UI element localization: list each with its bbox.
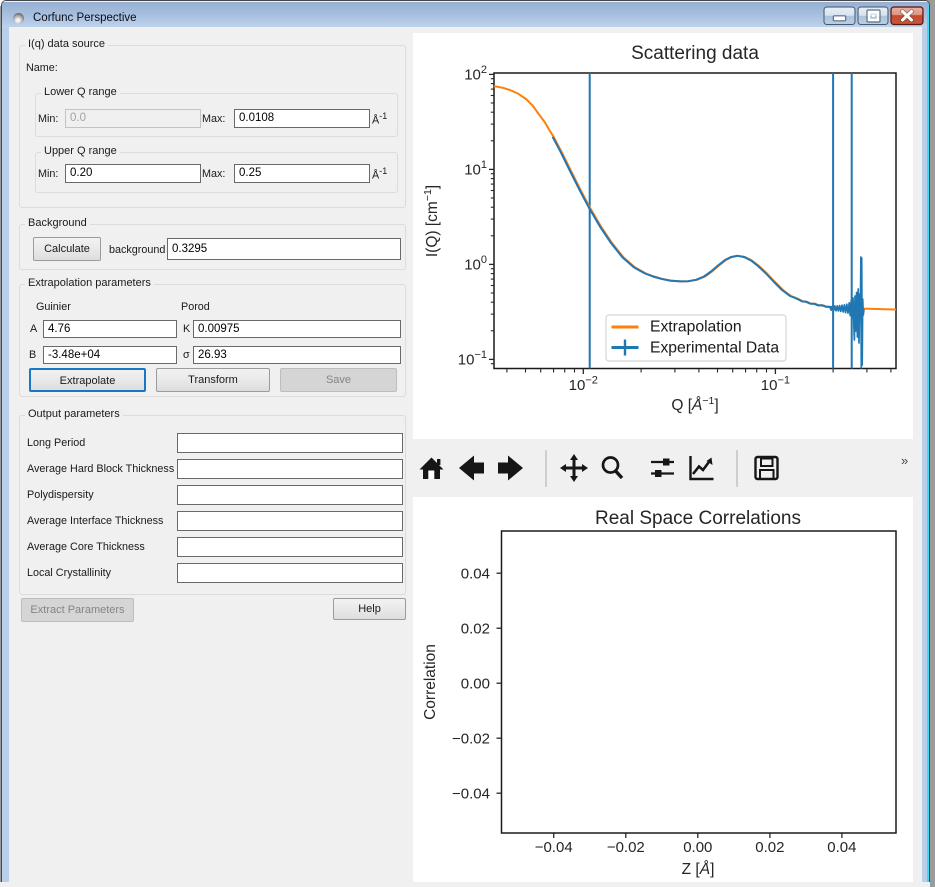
svg-text:Experimental Data: Experimental Data bbox=[650, 340, 779, 357]
svg-text:−0.04: −0.04 bbox=[535, 839, 573, 856]
svg-text:0.00: 0.00 bbox=[461, 676, 490, 693]
svg-text:Scattering data: Scattering data bbox=[631, 43, 759, 64]
svg-text:Real Space Correlations: Real Space Correlations bbox=[595, 508, 801, 529]
svg-text:0.04: 0.04 bbox=[461, 566, 490, 583]
svg-text:Correlation: Correlation bbox=[422, 644, 439, 720]
svg-text:Z [Å]: Z [Å] bbox=[682, 861, 715, 878]
svg-text:0.00: 0.00 bbox=[683, 839, 712, 856]
svg-text:0.02: 0.02 bbox=[755, 839, 784, 856]
svg-text:−0.04: −0.04 bbox=[452, 786, 490, 803]
svg-text:0.04: 0.04 bbox=[827, 839, 856, 856]
svg-text:−0.02: −0.02 bbox=[607, 839, 645, 856]
svg-text:−0.02: −0.02 bbox=[452, 731, 490, 748]
svg-text:Extrapolation: Extrapolation bbox=[650, 319, 742, 336]
svg-text:»: » bbox=[901, 453, 908, 468]
svg-text:0.02: 0.02 bbox=[461, 621, 490, 638]
